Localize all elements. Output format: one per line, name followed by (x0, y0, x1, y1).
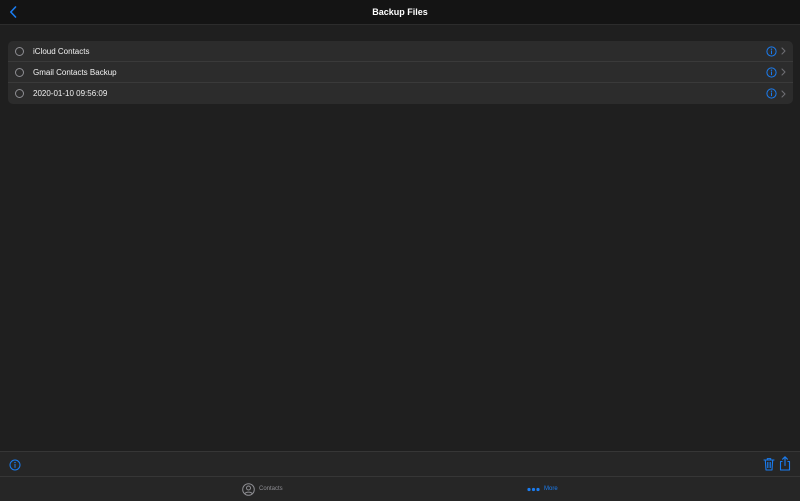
tab-contacts[interactable]: Contacts (242, 477, 283, 501)
info-icon[interactable] (766, 45, 777, 57)
selection-radio[interactable] (15, 67, 24, 77)
share-icon (779, 456, 791, 471)
person-circle-icon (242, 482, 255, 496)
list-item[interactable]: Gmail Contacts Backup (8, 62, 793, 83)
trash-icon (763, 458, 775, 471)
list-item-label: Gmail Contacts Backup (33, 67, 117, 77)
tab-more[interactable]: More (527, 477, 558, 501)
list-item[interactable]: iCloud Contacts (8, 41, 793, 62)
chevron-right-icon (779, 67, 787, 77)
chevron-right-icon (779, 89, 787, 99)
selection-radio[interactable] (15, 89, 24, 98)
info-icon[interactable] (766, 66, 777, 78)
navigation-bar: Backup Files (0, 0, 800, 25)
list-item[interactable]: 2020-01-10 09:56:09 (8, 83, 793, 104)
list-item-label: 2020-01-10 09:56:09 (33, 89, 108, 98)
page-title: Backup Files (372, 7, 428, 17)
back-button[interactable] (4, 3, 22, 21)
tab-label: Contacts (259, 486, 283, 492)
bottom-toolbar (0, 451, 800, 476)
info-icon (9, 459, 21, 471)
backup-file-list: iCloud Contacts Gmail Contacts Backup 20… (8, 41, 793, 104)
ellipsis-icon (527, 487, 540, 491)
delete-button[interactable] (763, 457, 775, 471)
chevron-left-icon (10, 6, 17, 18)
chevron-right-icon (779, 46, 787, 56)
info-icon[interactable] (766, 88, 777, 99)
list-item-label: iCloud Contacts (33, 46, 90, 56)
share-button[interactable] (779, 456, 791, 471)
tab-bar: Contacts More (0, 476, 800, 501)
info-button[interactable] (9, 458, 21, 471)
selection-radio[interactable] (15, 46, 24, 56)
tab-label: More (544, 486, 558, 492)
